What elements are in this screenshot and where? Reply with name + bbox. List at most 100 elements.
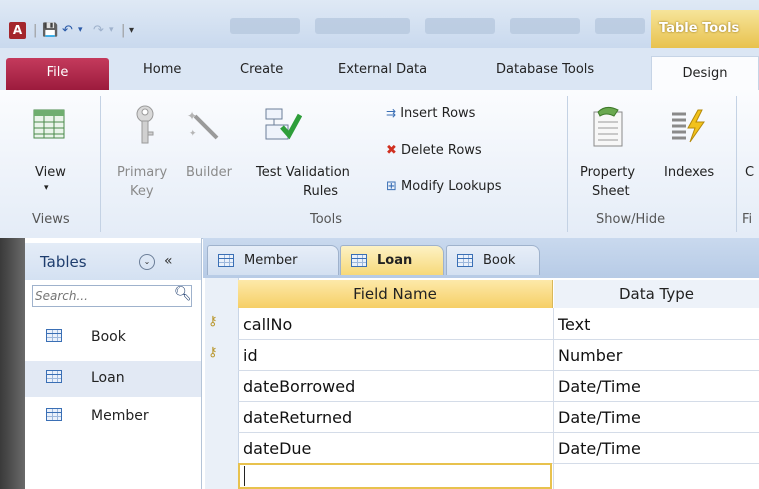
table-row[interactable]: id Number — [238, 340, 759, 371]
nav-item-loan[interactable]: Loan — [25, 361, 201, 397]
delete-rows-button[interactable]: ✖ Delete Rows — [386, 142, 482, 160]
row-selector-column[interactable] — [205, 278, 239, 489]
field-name-cell[interactable]: dateReturned — [243, 408, 352, 427]
collapse-pane-icon[interactable]: « — [164, 253, 173, 269]
delete-rows-label: Delete Rows — [401, 143, 482, 158]
data-type-cell[interactable]: Date/Time — [558, 439, 641, 458]
modify-lookups-icon: ⊞ — [386, 179, 397, 194]
property-sheet-label[interactable]: Property — [580, 163, 635, 182]
table-row[interactable]: dateDue Date/Time — [238, 433, 759, 464]
modify-lookups-button[interactable]: ⊞ Modify Lookups — [386, 178, 502, 196]
test-validation-icon — [265, 108, 302, 140]
field-name-cell[interactable]: dateDue — [243, 439, 311, 458]
field-name-cell[interactable]: callNo — [243, 315, 292, 334]
nav-pane-title[interactable]: Tables — [40, 253, 87, 271]
nav-item-label: Loan — [91, 370, 125, 386]
doc-tab-label: Loan — [377, 253, 413, 268]
customize-qat-icon[interactable]: ▾ — [129, 22, 134, 39]
indexes-icon — [672, 109, 705, 143]
blurred-text — [595, 18, 645, 34]
primary-key-icon: ⚷ — [208, 314, 218, 329]
table-row[interactable]: callNo Text — [238, 309, 759, 340]
property-sheet-label-2[interactable]: Sheet — [592, 182, 630, 201]
data-type-cell[interactable]: Text — [558, 315, 590, 334]
tab-file[interactable]: File — [6, 58, 109, 90]
modify-lookups-label: Modify Lookups — [401, 179, 502, 194]
table-row[interactable]: dateBorrowed Date/Time — [238, 371, 759, 402]
doc-tab-loan[interactable]: Loan — [340, 245, 444, 275]
group-fi-label: Fi — [742, 212, 753, 227]
nav-item-label: Member — [91, 408, 149, 424]
group-show-hide-label: Show/Hide — [596, 212, 666, 227]
table-icon — [457, 254, 473, 267]
tab-home[interactable]: Home — [143, 62, 181, 77]
blurred-text — [510, 18, 580, 34]
group-tools-label: Tools — [310, 212, 343, 227]
field-name-cell[interactable]: id — [243, 346, 258, 365]
cut-off-button-label[interactable]: C — [745, 163, 754, 182]
view-button[interactable] — [33, 108, 65, 143]
view-button-label[interactable]: View — [35, 163, 66, 182]
redo-icon: ↷ — [93, 23, 104, 38]
doc-tab-label: Book — [483, 253, 516, 268]
primary-key-icon — [136, 105, 154, 144]
table-icon — [46, 329, 62, 342]
nav-item-label: Book — [91, 329, 126, 345]
view-dropdown-icon[interactable]: ▾ — [44, 179, 49, 198]
insert-rows-button[interactable]: ⇉ Insert Rows — [386, 104, 475, 123]
data-type-cell[interactable]: Number — [558, 346, 622, 365]
table-row[interactable]: dateReturned Date/Time — [238, 402, 759, 433]
primary-key-label-2: Key — [130, 184, 154, 199]
table-icon — [351, 254, 367, 267]
tab-design[interactable]: Design — [651, 56, 759, 92]
undo-dropdown-icon[interactable]: ▾ — [78, 22, 83, 39]
separator: | — [33, 23, 38, 38]
data-type-header[interactable]: Data Type — [554, 280, 759, 308]
undo-icon[interactable]: ↶ — [62, 22, 73, 39]
table-icon — [218, 254, 234, 267]
datasheet-view-icon — [33, 109, 65, 139]
group-separator — [567, 96, 568, 232]
primary-key-label: Primary — [117, 165, 168, 180]
redo-dropdown-icon: ▾ — [109, 25, 114, 35]
nav-item-member[interactable]: Member — [25, 399, 201, 435]
doc-tab-label: Member — [244, 253, 298, 268]
insert-rows-label: Insert Rows — [400, 106, 476, 121]
tab-external-data[interactable]: External Data — [338, 62, 427, 77]
table-icon — [46, 408, 62, 421]
blurred-text — [315, 18, 410, 34]
svg-text:✦: ✦ — [187, 109, 197, 123]
svg-text:✦: ✦ — [189, 129, 197, 139]
search-box[interactable] — [32, 285, 192, 307]
data-type-cell[interactable]: Date/Time — [558, 377, 641, 396]
delete-rows-icon: ✖ — [386, 143, 397, 158]
blurred-text — [230, 18, 300, 34]
group-separator — [736, 96, 737, 232]
search-input[interactable] — [35, 289, 165, 303]
builder-label: Builder — [186, 165, 232, 180]
group-views-label: Views — [32, 212, 70, 227]
test-validation-label-2[interactable]: Rules — [303, 182, 338, 201]
table-icon — [46, 370, 62, 383]
table-tools-context-tab: Table Tools — [651, 10, 759, 48]
data-type-cell[interactable]: Date/Time — [558, 408, 641, 427]
tab-database-tools[interactable]: Database Tools — [496, 62, 594, 77]
indexes-label[interactable]: Indexes — [664, 163, 714, 182]
field-name-header[interactable]: Field Name — [238, 280, 553, 308]
nav-item-book[interactable]: Book — [25, 320, 201, 356]
builder-wand-icon: ✦ ✦ — [187, 109, 219, 140]
doc-tab-member[interactable]: Member — [207, 245, 339, 275]
new-field-name-cell[interactable] — [238, 463, 552, 489]
access-logo-icon[interactable]: A — [9, 22, 26, 39]
blurred-text — [425, 18, 495, 34]
test-validation-label[interactable]: Test Validation — [256, 163, 350, 182]
search-icon[interactable]: 🔍︎ — [174, 286, 192, 302]
field-name-cell[interactable]: dateBorrowed — [243, 377, 355, 396]
chevron-down-icon[interactable]: ⌄ — [139, 254, 155, 270]
save-icon[interactable]: 💾 — [42, 22, 58, 39]
title-bar — [0, 0, 759, 48]
separator: | — [121, 23, 126, 38]
doc-tab-book[interactable]: Book — [446, 245, 540, 275]
text-caret — [244, 466, 245, 486]
tab-create[interactable]: Create — [240, 62, 283, 77]
